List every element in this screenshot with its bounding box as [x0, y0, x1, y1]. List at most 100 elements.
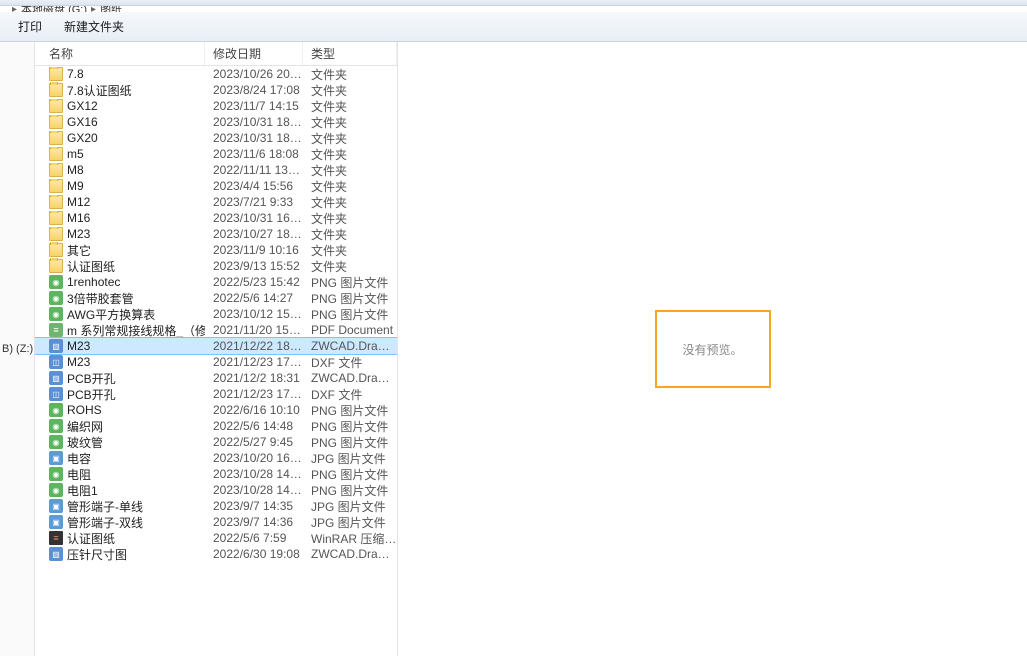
- file-date-label: 2023/10/28 14:48: [205, 483, 303, 497]
- folder-icon: [49, 243, 63, 257]
- file-row[interactable]: 1renhotec2022/5/23 15:42PNG 图片文件: [35, 274, 397, 290]
- file-row[interactable]: 7.8认证图纸2023/8/24 17:08文件夹: [35, 82, 397, 98]
- file-type-label: 文件夹: [303, 226, 397, 243]
- file-name-label: 1renhotec: [67, 275, 120, 289]
- dwg-icon: [49, 371, 63, 385]
- header-name[interactable]: 名称: [35, 42, 205, 65]
- file-row[interactable]: 电阻2023/10/28 14:47PNG 图片文件: [35, 466, 397, 482]
- file-rows[interactable]: 7.82023/10/26 20:22文件夹7.8认证图纸2023/8/24 1…: [35, 66, 397, 656]
- file-row[interactable]: GX162023/10/31 18:55文件夹: [35, 114, 397, 130]
- preview-pane: 没有预览。: [398, 42, 1027, 656]
- file-row[interactable]: 其它2023/11/9 10:16文件夹: [35, 242, 397, 258]
- file-name-label: AWG平方换算表: [67, 306, 155, 323]
- png-icon: [49, 291, 63, 305]
- file-name-label: PCB开孔: [67, 386, 116, 403]
- file-row[interactable]: M82022/11/11 13:56文件夹: [35, 162, 397, 178]
- file-type-label: 文件夹: [303, 66, 397, 83]
- file-name-label: 认证图纸: [67, 258, 115, 275]
- file-type-label: 文件夹: [303, 146, 397, 163]
- file-date-label: 2023/9/13 15:52: [205, 259, 303, 273]
- toolbar: 打印 新建文件夹: [0, 12, 1027, 42]
- file-date-label: 2021/12/22 18:07: [205, 339, 303, 353]
- new-folder-button[interactable]: 新建文件夹: [64, 18, 124, 35]
- file-date-label: 2023/10/20 16:53: [205, 451, 303, 465]
- file-row[interactable]: 认证图纸2022/5/6 7:59WinRAR 压缩文...: [35, 530, 397, 546]
- file-row[interactable]: M23 2023/10/27 18:44文件夹: [35, 226, 397, 242]
- print-button[interactable]: 打印: [18, 18, 42, 35]
- file-type-label: 文件夹: [303, 98, 397, 115]
- file-name-label: 认证图纸: [67, 530, 115, 547]
- file-date-label: 2023/4/4 15:56: [205, 179, 303, 193]
- file-row[interactable]: 3倍带胶套管2022/5/6 14:27PNG 图片文件: [35, 290, 397, 306]
- file-row[interactable]: 压针尺寸图2022/6/30 19:08ZWCAD.Drawing: [35, 546, 397, 562]
- file-row[interactable]: PCB开孔 2021/12/2 18:31ZWCAD.Drawing: [35, 370, 397, 386]
- file-name-label: PCB开孔: [67, 370, 116, 387]
- file-date-label: 2023/7/21 9:33: [205, 195, 303, 209]
- file-row[interactable]: m 系列常规接线规格_（修订版）2021/11/20 15:49PDF Docu…: [35, 322, 397, 338]
- file-row[interactable]: m52023/11/6 18:08文件夹: [35, 146, 397, 162]
- file-row[interactable]: M12 2023/7/21 9:33文件夹: [35, 194, 397, 210]
- file-date-label: 2022/5/6 14:48: [205, 419, 303, 433]
- pdf-icon: [49, 323, 63, 337]
- png-icon: [49, 467, 63, 481]
- file-row[interactable]: 电容2023/10/20 16:53JPG 图片文件: [35, 450, 397, 466]
- file-type-label: JPG 图片文件: [303, 498, 397, 515]
- file-name-label: GX12: [67, 99, 98, 113]
- file-name-label: ROHS: [67, 403, 102, 417]
- file-name-label: M12: [67, 195, 90, 209]
- file-date-label: 2023/10/31 16:08: [205, 211, 303, 225]
- file-date-label: 2022/6/30 19:08: [205, 547, 303, 561]
- file-row[interactable]: 管形端子-双线2023/9/7 14:36JPG 图片文件: [35, 514, 397, 530]
- header-date[interactable]: 修改日期: [205, 42, 303, 65]
- file-name-label: GX20: [67, 131, 98, 145]
- file-type-label: PNG 图片文件: [303, 466, 397, 483]
- no-preview-label: 没有预览。: [682, 341, 742, 358]
- file-type-label: PNG 图片文件: [303, 274, 397, 291]
- file-type-label: ZWCAD.Drawing: [303, 371, 397, 385]
- file-explorer-window: ▸ 本地磁盘 (G:) ▸ 图纸 打印 新建文件夹 B) (Z:) 名称 修改日…: [0, 0, 1027, 656]
- file-date-label: 2022/5/27 9:45: [205, 435, 303, 449]
- sidebar-drive-label[interactable]: B) (Z:): [2, 343, 34, 355]
- file-type-label: 文件夹: [303, 162, 397, 179]
- file-type-label: 文件夹: [303, 194, 397, 211]
- file-type-label: 文件夹: [303, 178, 397, 195]
- file-type-label: WinRAR 压缩文...: [303, 530, 397, 547]
- file-row[interactable]: PCB开孔2021/12/23 17:45DXF 文件: [35, 386, 397, 402]
- file-name-label: 管形端子-双线: [67, 514, 143, 531]
- png-icon: [49, 403, 63, 417]
- file-row[interactable]: 管形端子-单线2023/9/7 14:35JPG 图片文件: [35, 498, 397, 514]
- file-row[interactable]: AWG平方换算表2023/10/12 15:11PNG 图片文件: [35, 306, 397, 322]
- header-type[interactable]: 类型: [303, 42, 397, 65]
- file-type-label: JPG 图片文件: [303, 514, 397, 531]
- file-row[interactable]: 电阻12023/10/28 14:48PNG 图片文件: [35, 482, 397, 498]
- file-date-label: 2023/10/27 18:44: [205, 227, 303, 241]
- file-row[interactable]: M92023/4/4 15:56文件夹: [35, 178, 397, 194]
- file-date-label: 2023/10/31 18:55: [205, 131, 303, 145]
- preview-box: 没有预览。: [655, 310, 771, 388]
- file-type-label: PDF Document: [303, 323, 397, 337]
- file-name-label: 其它: [67, 242, 91, 259]
- file-row[interactable]: 7.82023/10/26 20:22文件夹: [35, 66, 397, 82]
- file-row[interactable]: GX122023/11/7 14:15文件夹: [35, 98, 397, 114]
- file-type-label: 文件夹: [303, 114, 397, 131]
- folder-icon: [49, 115, 63, 129]
- file-row[interactable]: M232021/12/23 17:45DXF 文件: [35, 354, 397, 370]
- file-name-label: 电容: [67, 450, 91, 467]
- file-type-label: PNG 图片文件: [303, 306, 397, 323]
- folder-icon: [49, 179, 63, 193]
- file-row[interactable]: M162023/10/31 16:08文件夹: [35, 210, 397, 226]
- file-name-label: 玻纹管: [67, 434, 103, 451]
- file-row[interactable]: 认证图纸2023/9/13 15:52文件夹: [35, 258, 397, 274]
- file-row[interactable]: ROHS2022/6/16 10:10PNG 图片文件: [35, 402, 397, 418]
- file-name-label: m5: [67, 147, 84, 161]
- file-name-label: M23: [67, 227, 90, 241]
- file-date-label: 2021/12/2 18:31: [205, 371, 303, 385]
- file-row[interactable]: 玻纹管2022/5/27 9:45PNG 图片文件: [35, 434, 397, 450]
- file-name-label: 压针尺寸图: [67, 546, 127, 563]
- file-row[interactable]: 编织网2022/5/6 14:48PNG 图片文件: [35, 418, 397, 434]
- file-type-label: 文件夹: [303, 82, 397, 99]
- file-row[interactable]: GX202023/10/31 18:55文件夹: [35, 130, 397, 146]
- file-row[interactable]: M232021/12/22 18:07ZWCAD.Drawing: [35, 338, 397, 354]
- file-date-label: 2023/11/9 10:16: [205, 243, 303, 257]
- file-name-label: 管形端子-单线: [67, 498, 143, 515]
